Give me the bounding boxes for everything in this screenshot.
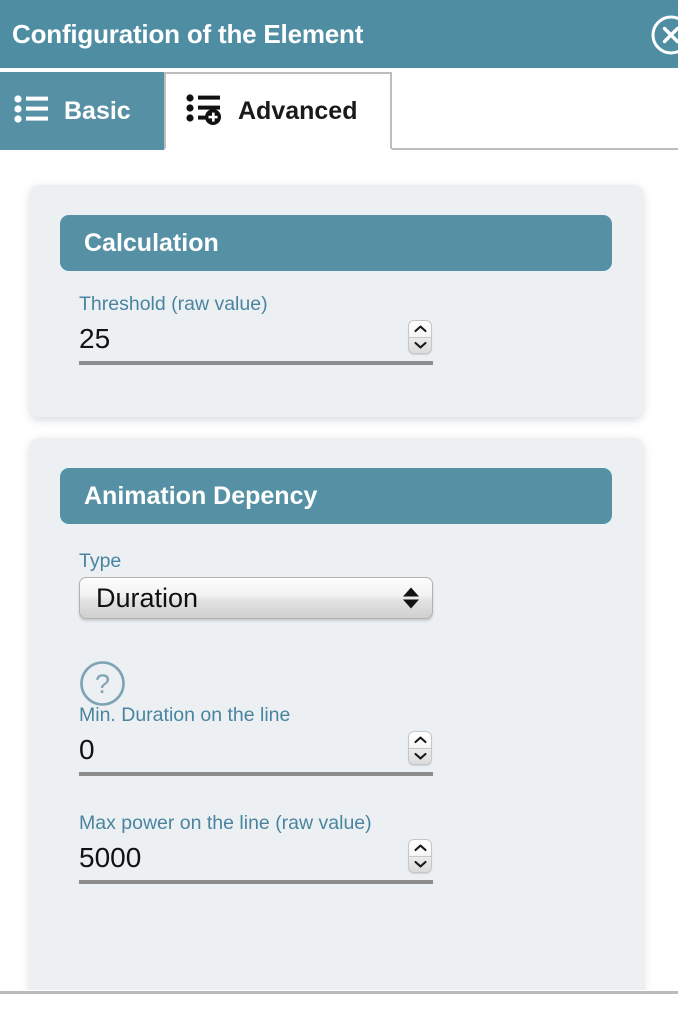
field-max-power-underline <box>79 880 433 884</box>
field-min-duration-underline <box>79 772 433 776</box>
field-max-power: Max power on the line (raw value) 5000 <box>79 810 434 884</box>
field-type: Type Duration <box>79 548 434 619</box>
field-type-label: Type <box>79 550 122 572</box>
card-calculation: Calculation Threshold (raw value) 25 <box>30 185 643 417</box>
tab-strip: Basic Advanced <box>0 68 678 150</box>
stepper-down-icon[interactable] <box>409 337 431 353</box>
card-animation-header: Animation Depency <box>60 468 612 524</box>
window-title: Configuration of the Element <box>12 19 364 49</box>
card-animation-depency: Animation Depency Type Duration ? Min. D… <box>30 438 643 990</box>
stepper-down-icon[interactable] <box>409 856 431 872</box>
field-min-duration-value[interactable]: 0 <box>79 730 379 770</box>
settings-content: Calculation Threshold (raw value) 25 Ani… <box>0 150 678 990</box>
field-min-duration-stepper[interactable] <box>408 731 432 765</box>
card-calculation-header: Calculation <box>60 215 612 271</box>
tab-advanced-label: Advanced <box>238 96 358 125</box>
field-threshold-stepper[interactable] <box>408 320 432 354</box>
field-min-duration-row: 0 <box>79 730 434 776</box>
field-type-select-wrap: Duration <box>79 577 433 619</box>
field-min-duration-label: Min. Duration on the line <box>79 704 291 726</box>
card-animation-title: Animation Depency <box>84 481 318 510</box>
field-type-value: Duration <box>96 582 199 613</box>
field-threshold-row: 25 <box>79 319 434 365</box>
field-max-power-label: Max power on the line (raw value) <box>79 812 372 834</box>
field-threshold: Threshold (raw value) 25 <box>79 291 434 365</box>
bottom-divider <box>0 991 678 994</box>
field-threshold-label: Threshold (raw value) <box>79 293 268 315</box>
tab-advanced[interactable]: Advanced <box>164 72 392 150</box>
select-down-icon <box>403 599 419 609</box>
card-calculation-title: Calculation <box>84 228 219 257</box>
field-min-duration: Min. Duration on the line 0 <box>79 702 434 776</box>
field-max-power-value[interactable]: 5000 <box>79 838 379 878</box>
help-circle-icon[interactable]: ? <box>79 660 126 707</box>
select-up-down-icon <box>403 587 419 609</box>
stepper-up-icon[interactable] <box>409 321 431 337</box>
tab-basic-label: Basic <box>64 96 131 125</box>
field-threshold-underline <box>79 361 433 365</box>
list-plus-icon <box>186 93 224 130</box>
field-max-power-row: 5000 <box>79 838 434 884</box>
stepper-up-icon[interactable] <box>409 840 431 856</box>
tab-basic[interactable]: Basic <box>0 72 164 150</box>
field-max-power-stepper[interactable] <box>408 839 432 873</box>
select-up-icon <box>403 587 419 597</box>
svg-text:?: ? <box>95 669 110 699</box>
list-icon <box>14 94 50 129</box>
stepper-down-icon[interactable] <box>409 748 431 764</box>
close-circle-icon[interactable] <box>650 14 678 56</box>
stepper-up-icon[interactable] <box>409 732 431 748</box>
field-threshold-value[interactable]: 25 <box>79 319 379 359</box>
field-type-select[interactable]: Duration <box>79 577 433 619</box>
window-titlebar: Configuration of the Element <box>0 0 678 68</box>
